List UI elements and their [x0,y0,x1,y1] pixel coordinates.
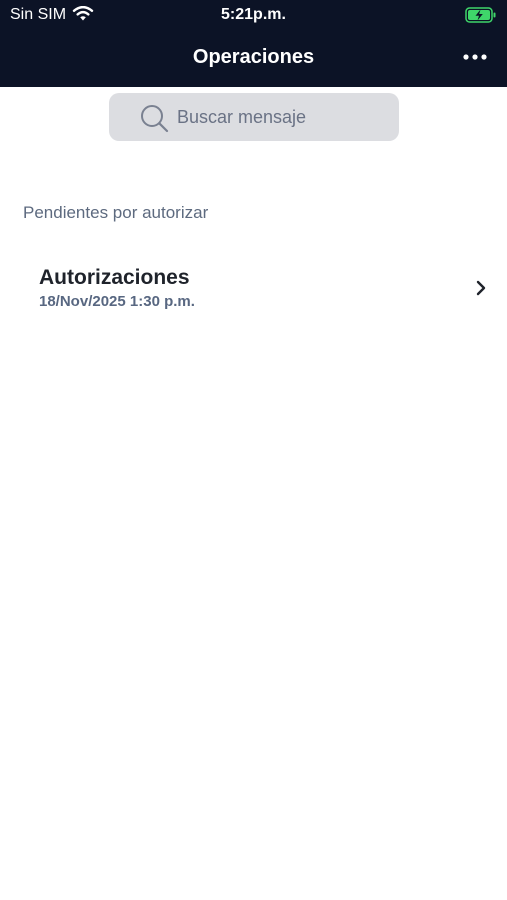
chevron-right-icon [476,280,486,296]
list-item-autorizaciones[interactable]: Autorizaciones 18/Nov/2025 1:30 p.m. [0,252,507,318]
battery-charging-icon [465,7,496,23]
nav-bar: Operaciones [0,30,507,87]
header: Sin SIM 5:21p.m. Operaciones [0,0,507,87]
more-horizontal-icon [463,54,487,60]
status-time: 5:21p.m. [221,6,286,23]
list-item-date: 18/Nov/2025 1:30 p.m. [39,293,195,310]
search-bar[interactable] [109,93,399,141]
section-title: Pendientes por autorizar [23,203,209,222]
status-bar: Sin SIM 5:21p.m. [0,0,507,30]
more-options-button[interactable] [461,44,489,70]
page-title: Operaciones [192,46,315,68]
search-icon [141,105,169,133]
list-item-title: Autorizaciones [39,266,190,289]
search-input[interactable] [177,93,387,141]
